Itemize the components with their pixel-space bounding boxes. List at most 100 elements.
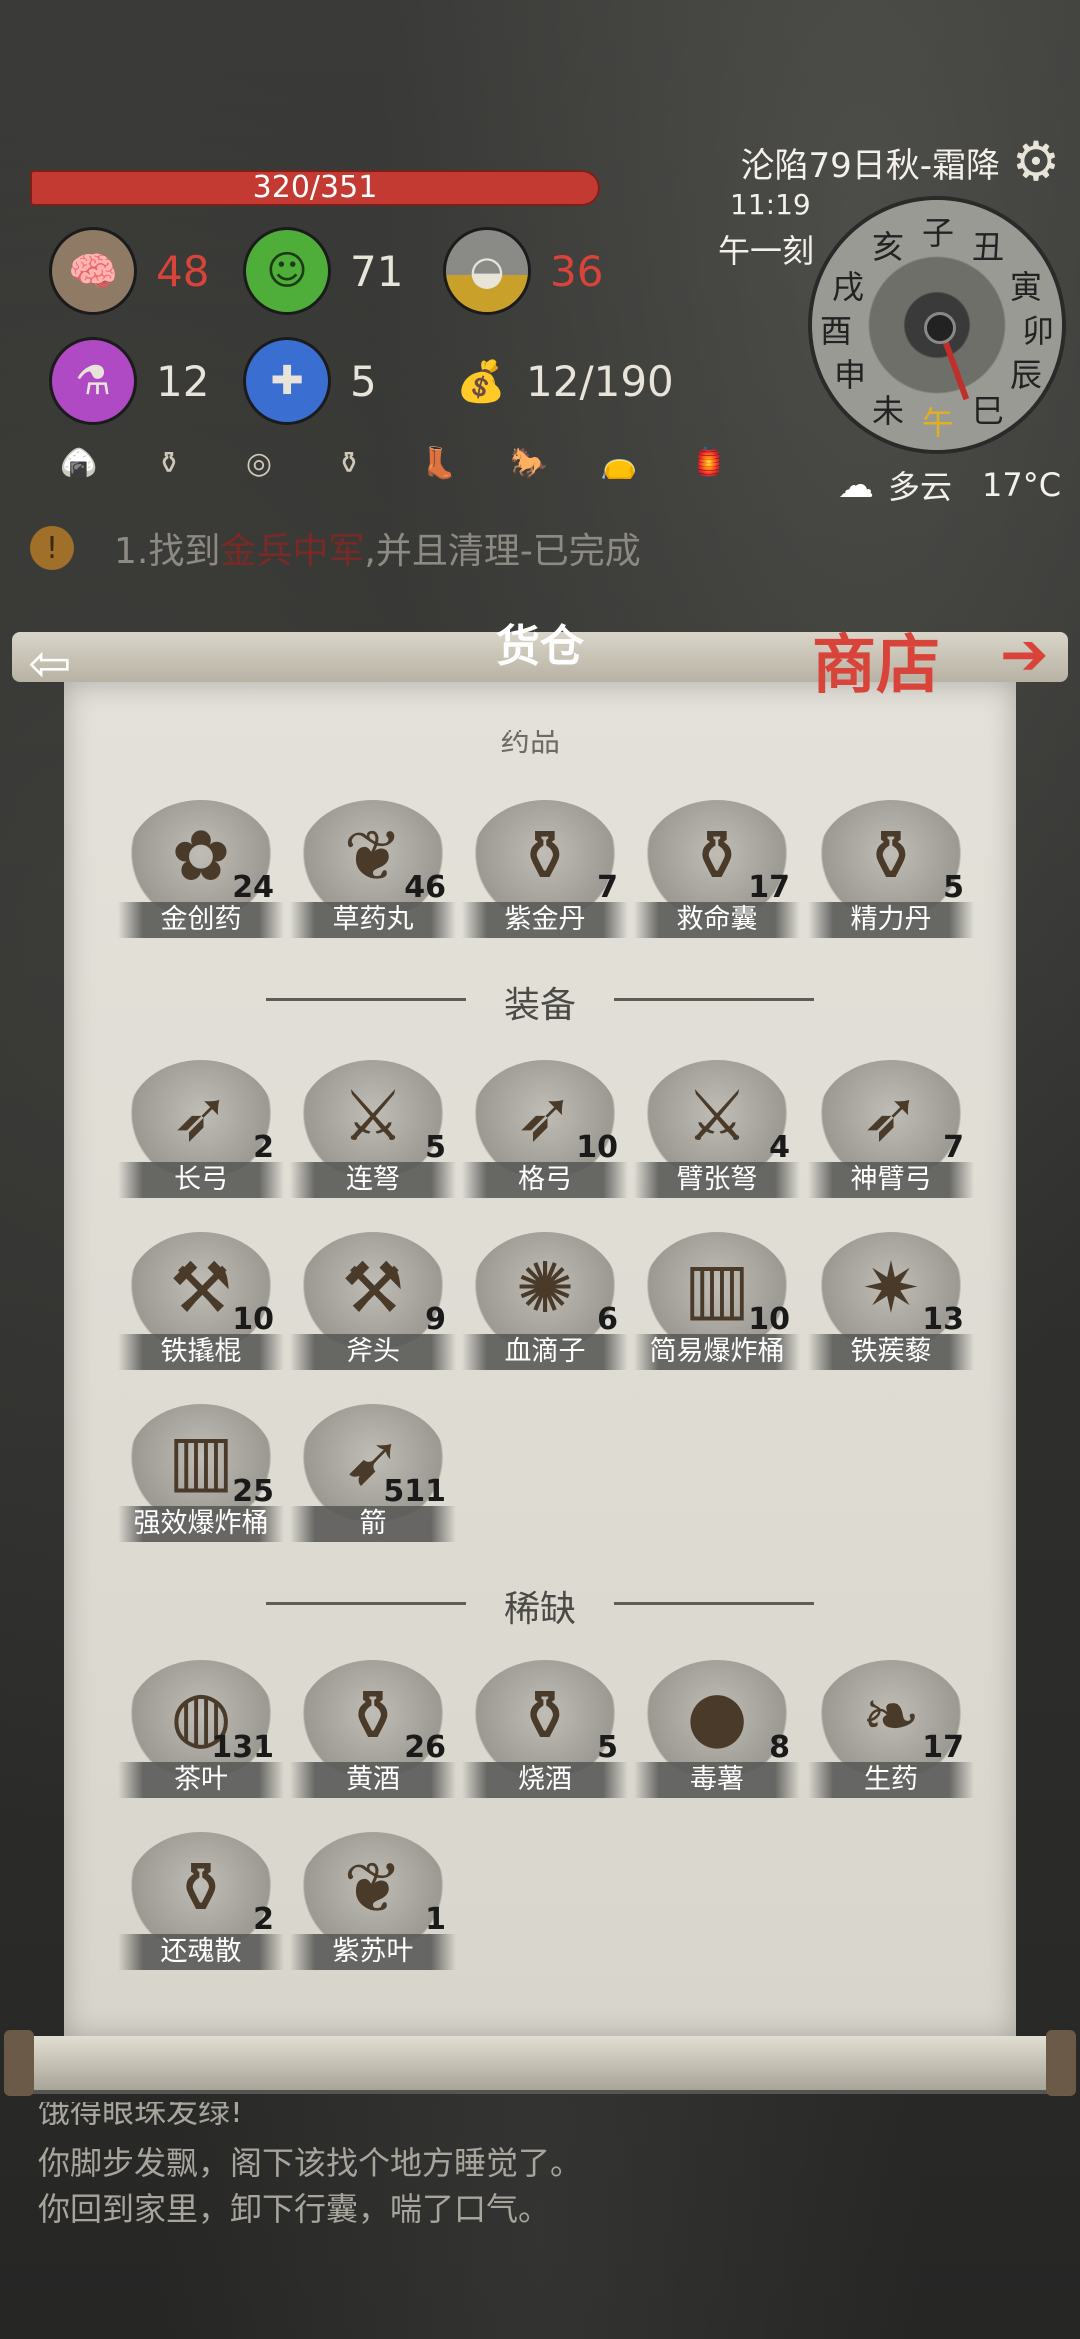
- time-label: 11:19: [730, 188, 811, 221]
- stat-mood[interactable]: ☺ 71: [246, 230, 403, 312]
- item-name: 还魂散: [118, 1934, 284, 1970]
- item-count: 25: [232, 1474, 274, 1509]
- inventory-slot[interactable]: ✷ 13 铁蒺藜: [808, 1232, 974, 1372]
- inventory-slot[interactable]: ▥ 25 强效爆炸桶: [118, 1404, 284, 1544]
- item-name: 生药: [808, 1762, 974, 1798]
- hp-bar: 320/351: [30, 170, 600, 206]
- inventory-slot[interactable]: ⚒ 9 斧头: [290, 1232, 456, 1372]
- inventory-slot[interactable]: ➶ 2 长弓: [118, 1060, 284, 1200]
- inventory-slot[interactable]: ⚱ 5 精力丹: [808, 800, 974, 940]
- item-count: 17: [748, 870, 790, 905]
- inventory-slot[interactable]: ❦ 46 草药丸: [290, 800, 456, 940]
- clock-hub: [924, 312, 956, 344]
- inventory-slot[interactable]: ✺ 6 血滴子: [462, 1232, 628, 1372]
- branch-you: 酉: [820, 312, 853, 350]
- inventory-slot[interactable]: ◍ 131 茶叶: [118, 1660, 284, 1800]
- item-count: 8: [769, 1730, 790, 1765]
- rice-icon[interactable]: 🍙: [56, 440, 102, 486]
- inventory-slot[interactable]: ➶ 10 格弓: [462, 1060, 628, 1200]
- inventory-slot[interactable]: ➶ 7 神臂弓: [808, 1060, 974, 1200]
- stat-potion[interactable]: ⚗ 12: [52, 340, 209, 422]
- item-count: 10: [748, 1302, 790, 1337]
- section-equip-label: 装备: [0, 976, 1080, 1028]
- branch-wei: 未: [872, 392, 905, 430]
- item-count: 131: [211, 1730, 274, 1765]
- branch-si: 巳: [972, 392, 1005, 430]
- stomach-icon: ◒: [446, 230, 528, 312]
- item-name: 毒薯: [634, 1762, 800, 1798]
- bottle-icon[interactable]: ⚱: [146, 440, 192, 486]
- vase-icon[interactable]: ⚱: [326, 440, 372, 486]
- stat-stomach[interactable]: ◒ 36: [446, 230, 603, 312]
- branch-chen: 辰: [1010, 356, 1043, 394]
- item-name: 黄酒: [290, 1762, 456, 1798]
- quest-line[interactable]: ! 1.找到 金兵中军 ,并且清理-已完成: [30, 522, 641, 574]
- item-count: 6: [597, 1302, 618, 1337]
- stat-brain-value: 48: [156, 246, 210, 296]
- item-count: 10: [576, 1130, 618, 1165]
- inventory-slot[interactable]: ⚔ 5 连弩: [290, 1060, 456, 1200]
- pouch-icon[interactable]: 👝: [596, 440, 642, 486]
- inventory-slot[interactable]: ⚒ 10 铁撬棍: [118, 1232, 284, 1372]
- stat-bags[interactable]: 💰 12/190: [440, 340, 674, 422]
- inventory-slot[interactable]: ✿ 24 金创药: [118, 800, 284, 940]
- coins-icon[interactable]: ◎: [236, 440, 282, 486]
- quest-highlight: 金兵中军: [220, 531, 365, 572]
- branch-chou: 丑: [972, 228, 1005, 266]
- stat-brain[interactable]: 🧠 48: [52, 230, 209, 312]
- item-name: 铁蒺藜: [808, 1334, 974, 1370]
- potion-icon: ⚗: [52, 340, 134, 422]
- log-line-2: 你脚步发飘，阁下该找个地方睡觉了。: [38, 2144, 583, 2182]
- inventory-slot[interactable]: ⚱ 5 烧酒: [462, 1660, 628, 1800]
- inventory-slot[interactable]: ➹ 511 箭: [290, 1404, 456, 1544]
- item-count: 17: [922, 1730, 964, 1765]
- lantern-icon[interactable]: 🏮: [686, 440, 732, 486]
- item-count: 1: [425, 1902, 446, 1937]
- item-name: 草药丸: [290, 902, 456, 938]
- item-name: 连弩: [290, 1162, 456, 1198]
- inventory-slot[interactable]: ⚔ 4 臂张弩: [634, 1060, 800, 1200]
- inventory-slot[interactable]: ⚱ 2 还魂散: [118, 1832, 284, 1972]
- stat-bandage-value: 5: [350, 356, 377, 406]
- back-arrow-icon[interactable]: ⇦: [28, 634, 72, 694]
- item-count: 4: [769, 1130, 790, 1165]
- section-rare-label: 稀缺: [0, 1580, 1080, 1632]
- horse-icon[interactable]: 🐎: [506, 440, 552, 486]
- time-period: 午一刻: [718, 232, 815, 270]
- item-count: 7: [597, 870, 618, 905]
- boots-icon[interactable]: 👢: [416, 440, 462, 486]
- item-count: 24: [232, 870, 274, 905]
- inventory-slot[interactable]: ❧ 17 生药: [808, 1660, 974, 1800]
- stat-bandage[interactable]: ✚ 5: [246, 340, 377, 422]
- inventory-slot[interactable]: ❦ 1 紫苏叶: [290, 1832, 456, 1972]
- scroll-bottom-rod: [4, 2030, 1076, 2096]
- item-count: 5: [425, 1130, 446, 1165]
- inventory-slot[interactable]: ⚱ 26 黄酒: [290, 1660, 456, 1800]
- inventory-slot[interactable]: ▥ 10 简易爆炸桶: [634, 1232, 800, 1372]
- item-name: 救命囊: [634, 902, 800, 938]
- shop-button[interactable]: 商店: [812, 614, 940, 706]
- branch-mao: 卯: [1022, 312, 1055, 350]
- shop-arrow-icon[interactable]: ➔: [1000, 620, 1049, 688]
- weather: ☁ 多云 17°C: [838, 462, 1061, 508]
- inventory-slot[interactable]: ● 8 毒薯: [634, 1660, 800, 1800]
- item-name: 血滴子: [462, 1334, 628, 1370]
- bandage-icon: ✚: [246, 340, 328, 422]
- warning-icon: !: [30, 526, 74, 570]
- brain-icon: 🧠: [52, 230, 134, 312]
- weather-label: 多云: [888, 468, 953, 506]
- item-count: 5: [943, 870, 964, 905]
- branch-wu: 午: [922, 404, 955, 442]
- log-line-3: 你回到家里，卸下行囊，喘了口气。: [38, 2190, 551, 2228]
- gear-icon[interactable]: ⚙: [1006, 132, 1066, 192]
- item-count: 511: [383, 1474, 446, 1509]
- branch-yin: 寅: [1010, 268, 1043, 306]
- branch-zi: 子: [922, 214, 955, 252]
- temperature-label: 17°C: [982, 466, 1062, 504]
- item-name: 茶叶: [118, 1762, 284, 1798]
- inventory-slot[interactable]: ⚱ 17 救命囊: [634, 800, 800, 940]
- item-count: 2: [253, 1130, 274, 1165]
- inventory-slot[interactable]: ⚱ 7 紫金丹: [462, 800, 628, 940]
- item-count: 7: [943, 1130, 964, 1165]
- item-name: 简易爆炸桶: [634, 1334, 800, 1370]
